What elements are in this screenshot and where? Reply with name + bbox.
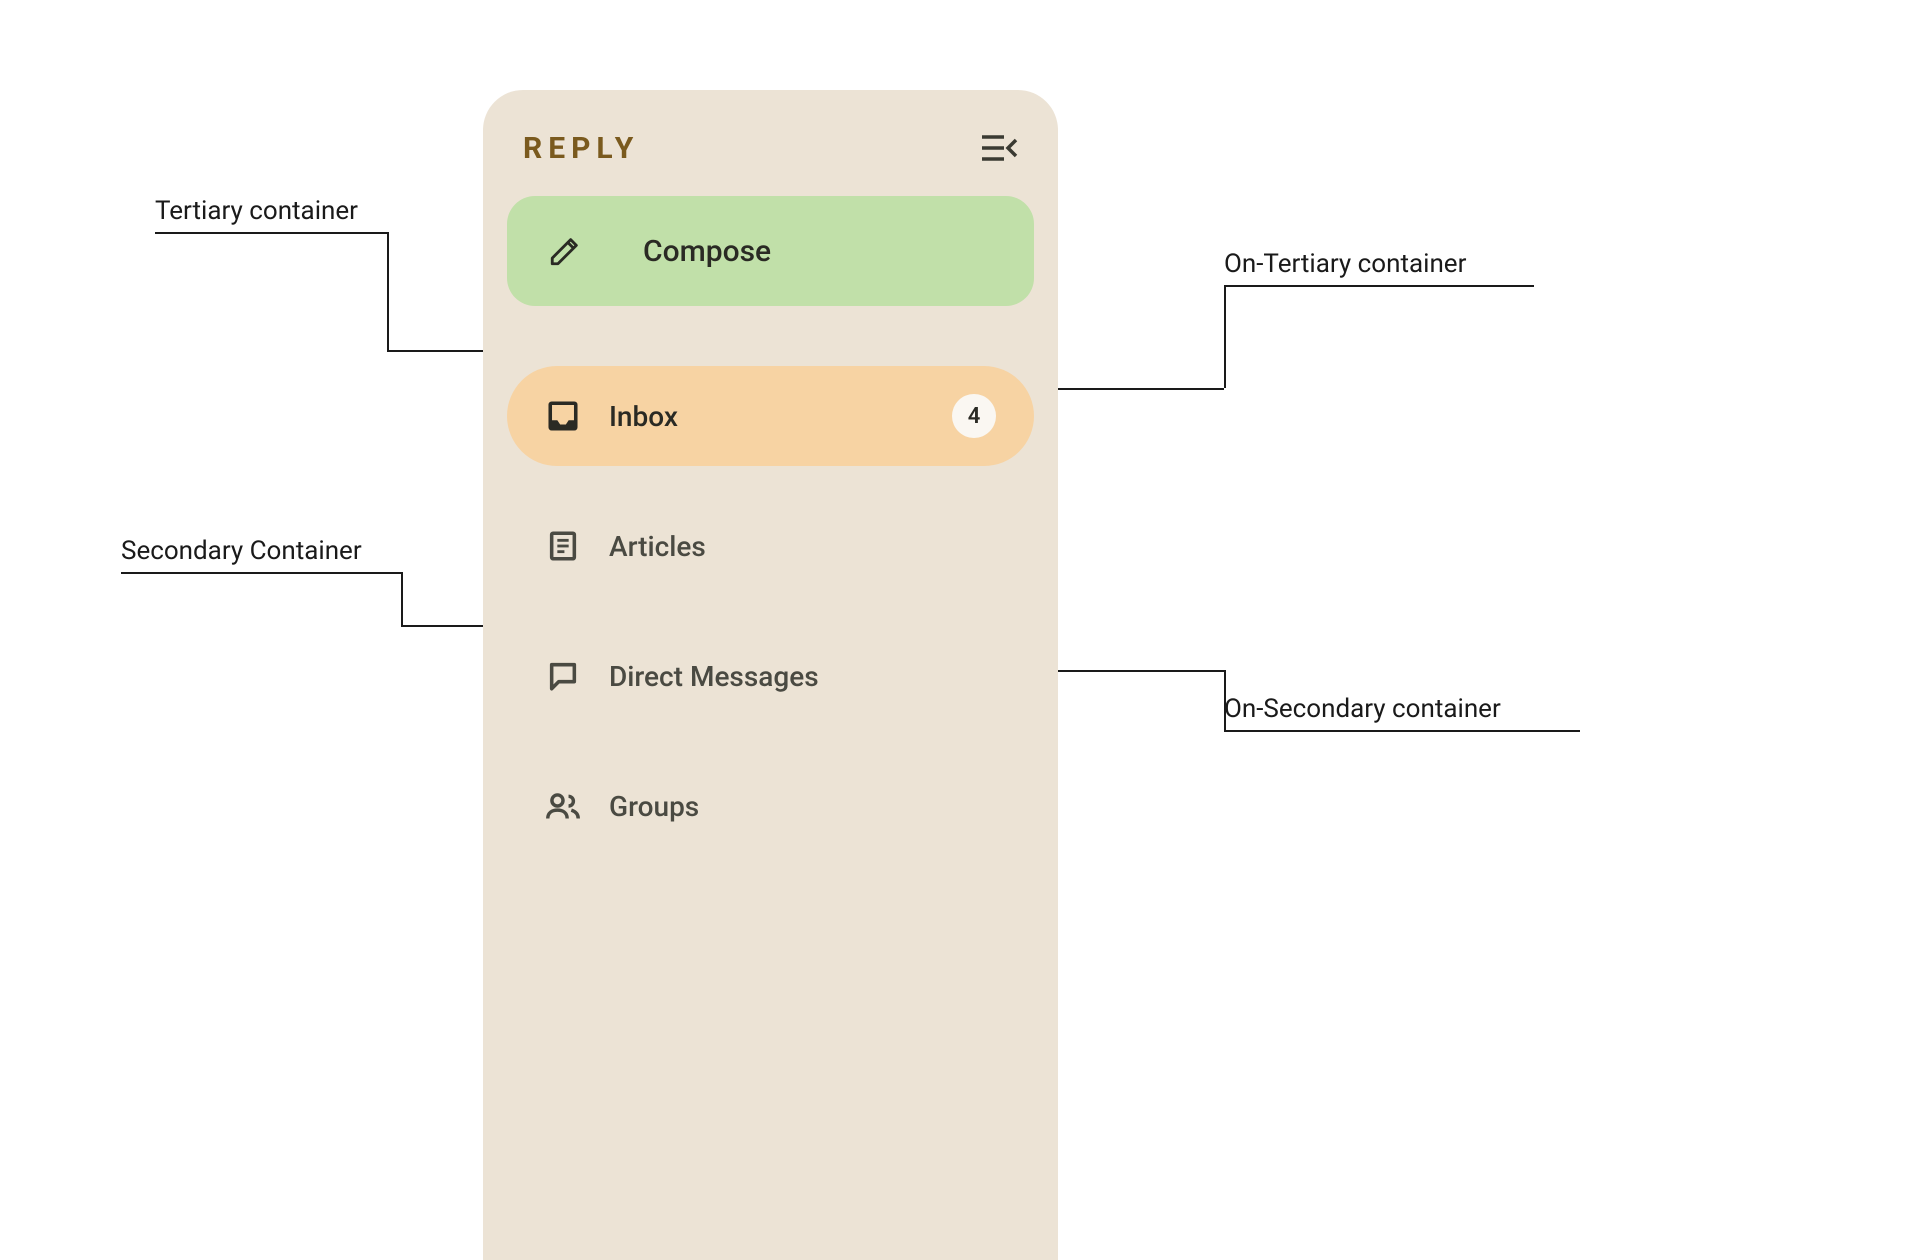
- annotation-line: [155, 232, 387, 234]
- navigation-drawer: REPLY Compose Inbox 4: [483, 90, 1058, 1260]
- app-title: REPLY: [523, 131, 639, 166]
- nav-item-label: Groups: [609, 790, 996, 823]
- menu-collapse-icon[interactable]: [982, 130, 1018, 166]
- annotation-line: [401, 572, 403, 625]
- compose-button[interactable]: Compose: [507, 196, 1034, 306]
- compose-label: Compose: [643, 234, 771, 269]
- annotation-tertiary: Tertiary container: [155, 196, 358, 226]
- annotation-on-tertiary: On-Tertiary container: [1224, 249, 1466, 279]
- inbox-icon: [545, 398, 581, 434]
- annotation-line: [1224, 730, 1580, 732]
- nav-item-direct-messages[interactable]: Direct Messages: [507, 626, 1034, 726]
- nav-item-groups[interactable]: Groups: [507, 756, 1034, 856]
- groups-icon: [545, 788, 581, 824]
- nav-item-inbox[interactable]: Inbox 4: [507, 366, 1034, 466]
- chat-icon: [545, 658, 581, 694]
- annotation-line: [121, 572, 401, 574]
- article-icon: [545, 528, 581, 564]
- nav-item-label: Inbox: [609, 400, 924, 433]
- pencil-icon: [547, 233, 583, 269]
- drawer-header: REPLY: [507, 130, 1034, 196]
- nav-item-label: Direct Messages: [609, 660, 996, 693]
- annotation-line: [1224, 285, 1226, 388]
- nav-item-label: Articles: [609, 530, 996, 563]
- nav-badge: 4: [952, 394, 996, 438]
- annotation-line: [387, 232, 389, 350]
- annotation-line: [1224, 670, 1226, 730]
- annotation-on-secondary: On-Secondary container: [1224, 694, 1501, 724]
- annotation-line: [1224, 285, 1534, 287]
- annotation-secondary: Secondary Container: [121, 536, 362, 566]
- nav-item-articles[interactable]: Articles: [507, 496, 1034, 596]
